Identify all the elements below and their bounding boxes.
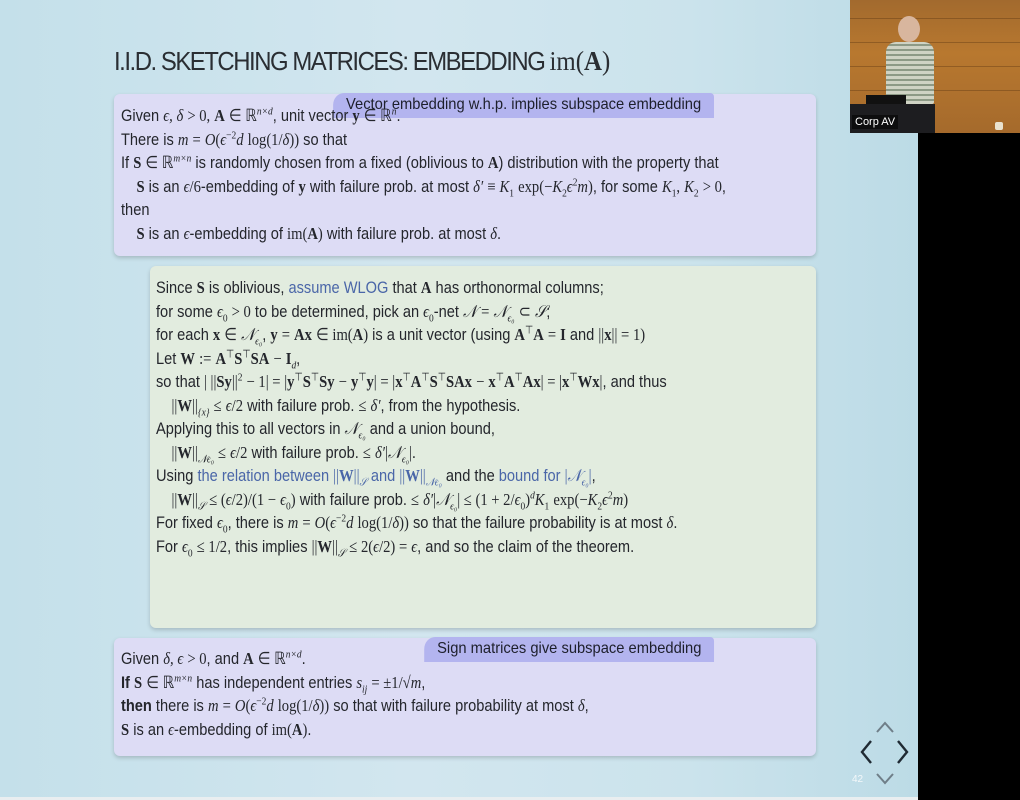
wall-plank <box>850 90 1020 91</box>
chevron-up-icon <box>876 721 894 733</box>
theorem-line: then <box>121 200 150 219</box>
slide-title-math: im(A) <box>549 46 611 76</box>
proof-line: Let W := A⊤S⊤SA − Id, <box>156 347 301 371</box>
proof-line: ||W||𝒩ϵ₀ ≤ ϵ/2 with failure prob. ≤ δ′|𝒩… <box>171 442 417 465</box>
theorem-line: There is m = O(ϵ−2d log(1/δ)) so that <box>121 128 348 149</box>
sign-line: S is an ϵ-embedding of im(A). <box>121 719 312 739</box>
relation-link[interactable]: the relation between ||W||𝒮 and ||W||𝒩ϵ₀ <box>197 466 441 488</box>
proof-line: so that | ||Sy||2 − 1| = |y⊤S⊤Sy − y⊤y| … <box>156 371 667 391</box>
proof-line: for each x ∈ 𝒩ϵ₀, y = Ax ∈ im(A) is a un… <box>156 324 646 348</box>
nav-up-button[interactable] <box>874 720 896 734</box>
slide: I.I.D. SKETCHING MATRICES: EMBEDDING im(… <box>0 0 918 797</box>
sign-line: then there is m = O(ϵ−2d log(1/δ)) so th… <box>121 695 589 715</box>
proof-line: For fixed ϵ0, there is m = O(ϵ−2d log(1/… <box>156 512 678 536</box>
chevron-left-icon <box>860 740 872 764</box>
wall-plank <box>850 66 1020 67</box>
proof-line: ||W||𝒮 ≤ (ϵ/2)/(1 − ϵ0) with failure pro… <box>171 488 629 512</box>
theorem-line: S is an ϵ/6-embedding of y with failure … <box>136 175 726 199</box>
slide-title-text: I.I.D. SKETCHING MATRICES: EMBEDDING <box>114 46 550 76</box>
chevron-right-icon <box>897 740 909 764</box>
theorem-line: If S ∈ ℝm×n is randomly chosen from a fi… <box>121 152 719 172</box>
wall-plank <box>850 42 1020 43</box>
cup <box>995 122 1003 130</box>
theorem-line: S is an ϵ-embedding of im(A) with failur… <box>136 223 502 243</box>
page-number: 42 <box>852 774 864 785</box>
theorem-line: Given ϵ, δ > 0, A ∈ ℝn×d, unit vector y … <box>121 105 401 125</box>
proof-line: ||W||{x} ≤ ϵ/2 with failure prob. ≤ δ′, … <box>171 395 521 418</box>
sign-line: If S ∈ ℝm×n has independent entries sij … <box>121 671 426 695</box>
sign-matrices-text: Given δ, ϵ > 0, and A ∈ ℝn×d. If S ∈ ℝm×… <box>121 647 665 741</box>
assume-wlog-link[interactable]: assume WLOG <box>288 278 388 297</box>
proof-line: For ϵ0 ≤ 1/2, this implies ||W||𝒮 ≤ 2(ϵ/… <box>156 536 635 559</box>
nav-right-button[interactable] <box>895 739 911 765</box>
speaker-head <box>898 16 920 42</box>
proof-line: Using the relation between ||W||𝒮 and ||… <box>156 466 596 489</box>
speaker-video: Corp AV <box>850 0 1020 133</box>
proof-text: Since S is oblivious, assume WLOG that A… <box>156 276 762 558</box>
wall-plank <box>850 18 1020 19</box>
slide-title: I.I.D. SKETCHING MATRICES: EMBEDDING im(… <box>114 46 610 77</box>
nav-left-button[interactable] <box>858 739 874 765</box>
bound-link[interactable]: bound for |𝒩ϵ₀| <box>499 466 592 488</box>
proof-line: Since S is oblivious, assume WLOG that A… <box>156 278 604 297</box>
sign-line: Given δ, ϵ > 0, and A ∈ ℝn×d. <box>121 648 306 668</box>
proof-line: Applying this to all vectors in 𝒩ϵ₀ and … <box>156 419 495 442</box>
proof-line: for some ϵ0 > 0 to be determined, pick a… <box>156 301 551 324</box>
nav-down-button[interactable] <box>874 772 896 786</box>
theorem-text: Given ϵ, δ > 0, A ∈ ℝn×d, unit vector y … <box>121 104 824 245</box>
video-label: Corp AV <box>852 115 899 129</box>
chevron-down-icon <box>876 773 894 785</box>
